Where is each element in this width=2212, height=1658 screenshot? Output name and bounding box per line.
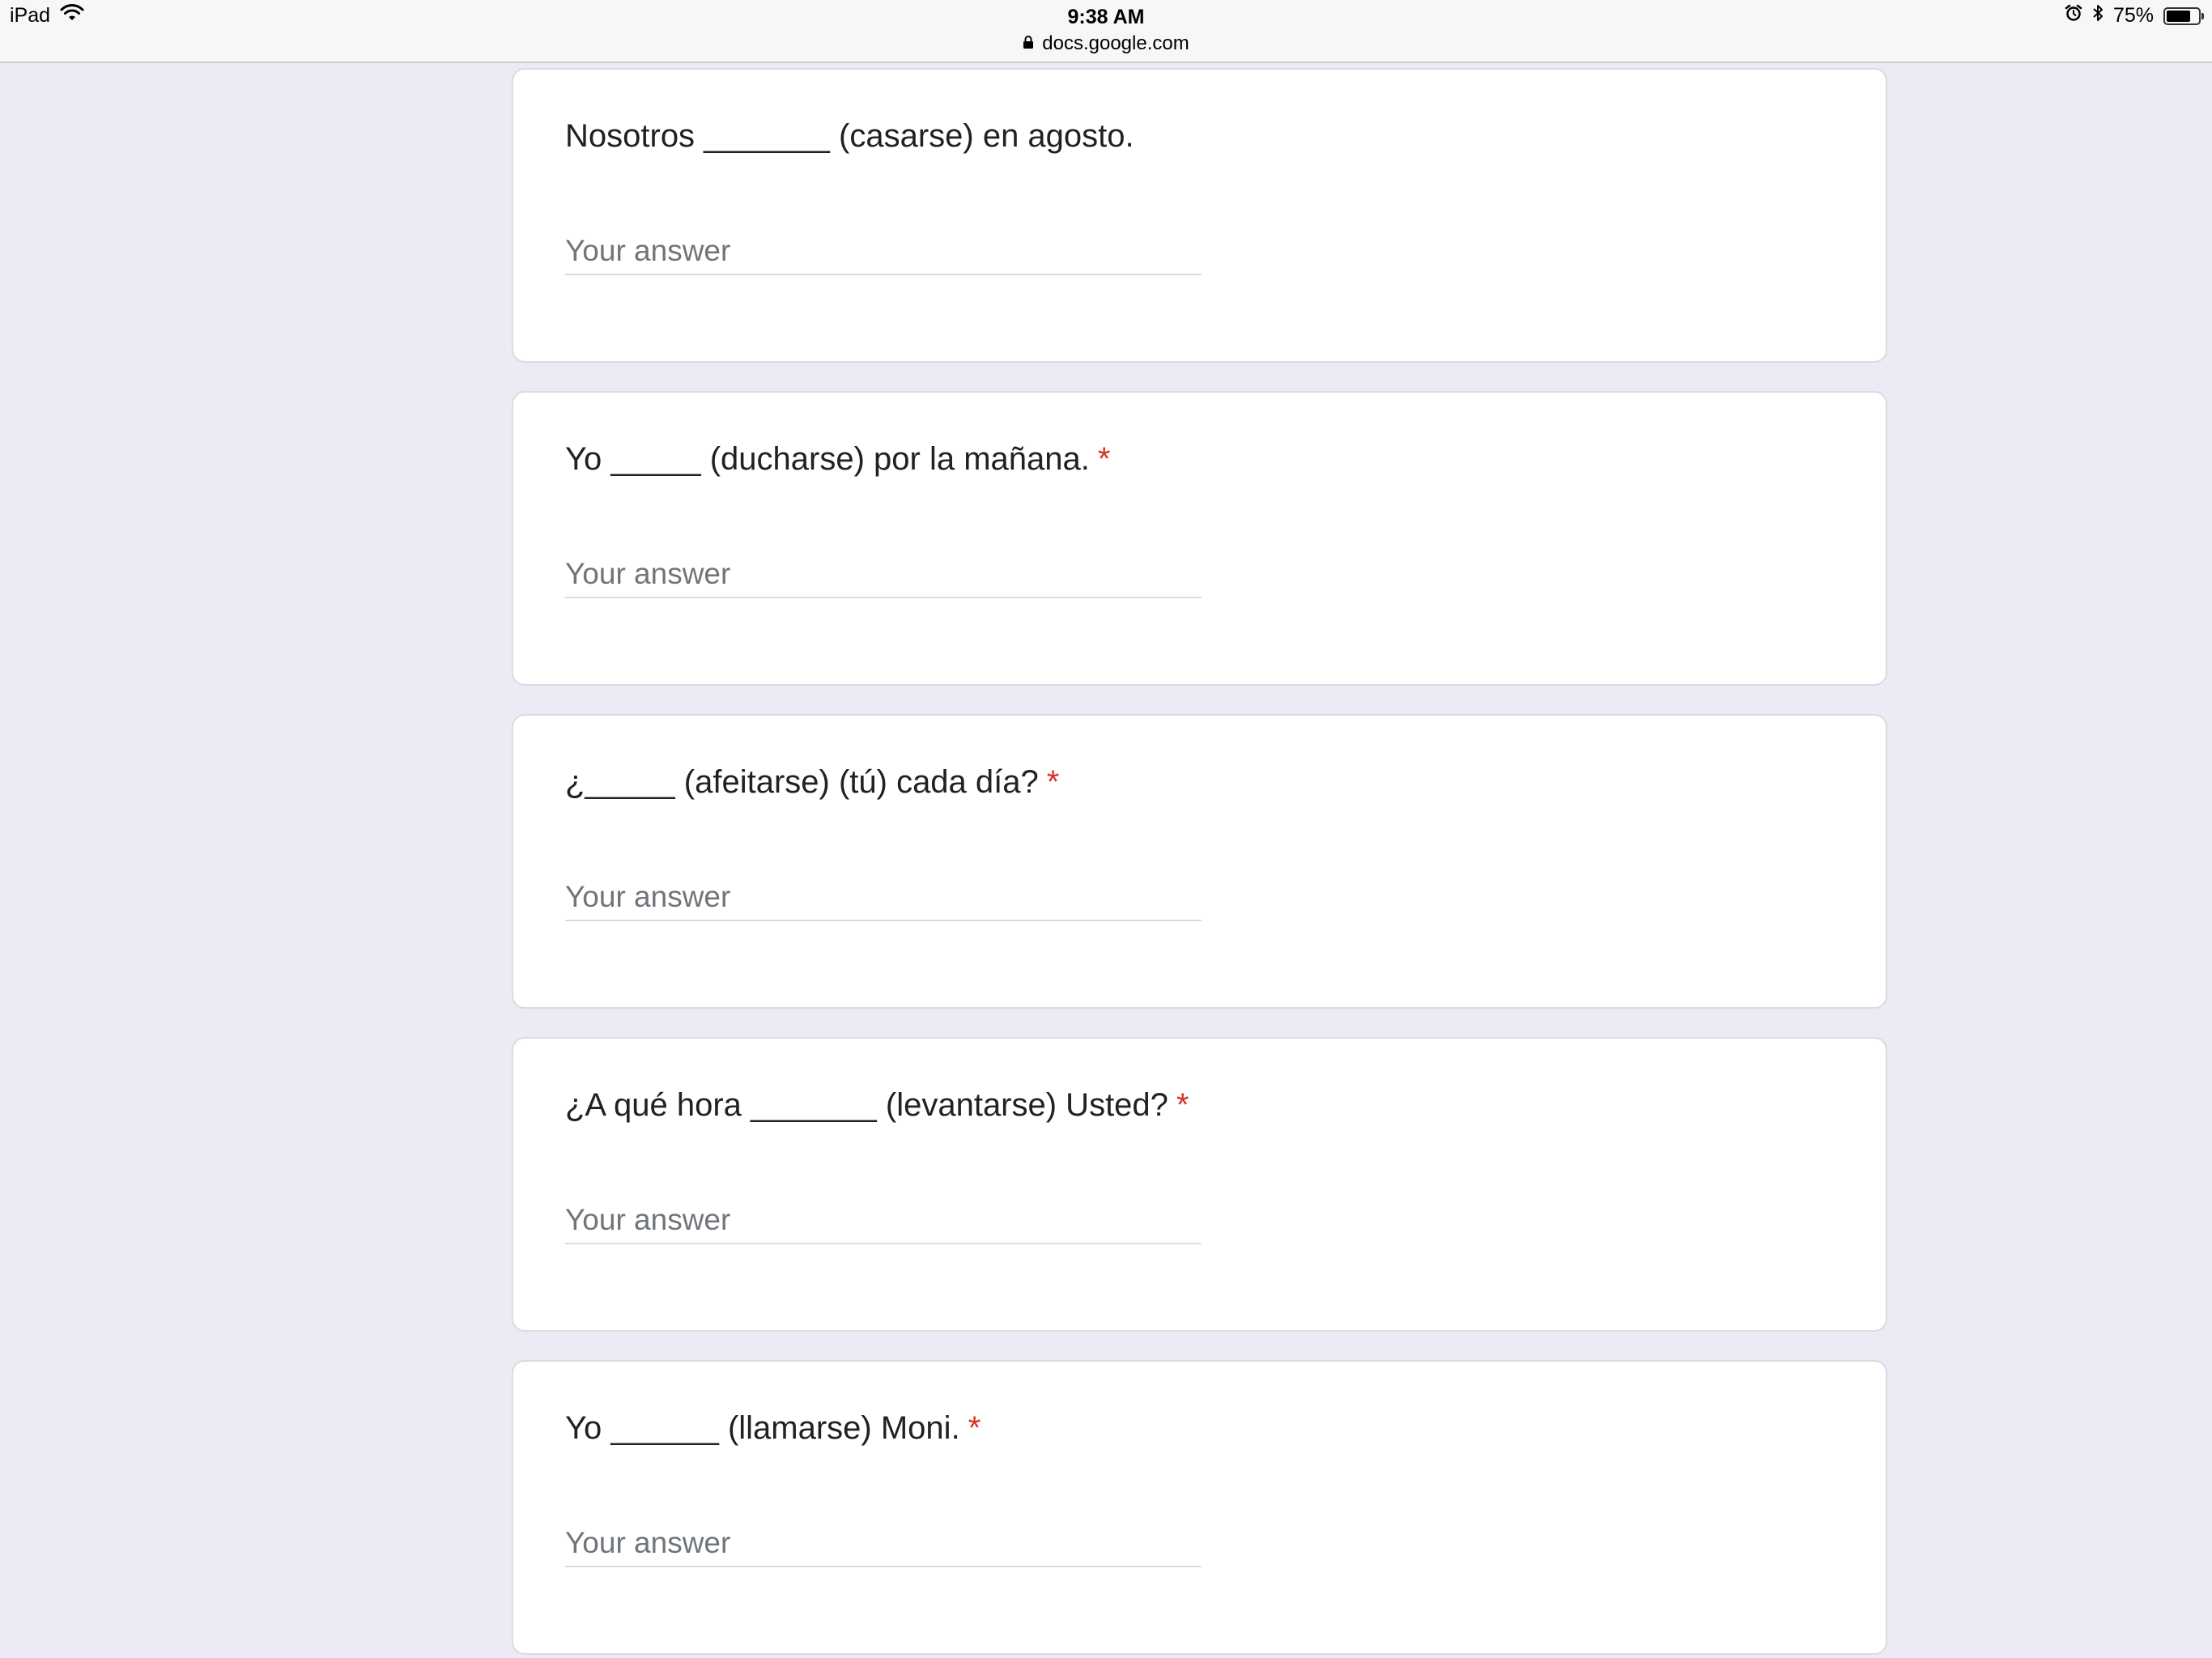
lock-icon: [1023, 31, 1034, 57]
question-card: Yo ______ (llamarse) Moni. *: [512, 1360, 1887, 1655]
alarm-icon: [2065, 4, 2082, 28]
question-title: Nosotros _______ (casarse) en agosto.: [565, 118, 1142, 155]
status-bar-right: 75%: [2065, 3, 2204, 28]
question-title: Yo _____ (ducharse) por la mañana. *: [565, 441, 1110, 478]
answer-input[interactable]: [565, 1197, 1202, 1244]
required-asterisk: *: [1097, 441, 1111, 477]
answer-input[interactable]: [565, 874, 1202, 921]
question-title: Yo ______ (llamarse) Moni. *: [565, 1410, 981, 1447]
answer-input[interactable]: [565, 228, 1202, 275]
question-text: ¿_____ (afeitarse) (tú) cada día?: [565, 764, 1039, 800]
bluetooth-icon: [2092, 3, 2104, 28]
status-bar: iPad 9:38 AM docs.google.com 75%: [0, 0, 2212, 63]
required-asterisk: *: [1046, 764, 1060, 800]
question-card: Yo _____ (ducharse) por la mañana. *: [512, 391, 1887, 686]
question-text: Yo ______ (llamarse) Moni.: [565, 1410, 960, 1446]
question-text: Yo _____ (ducharse) por la mañana.: [565, 441, 1090, 477]
question-text: ¿A qué hora _______ (levantarse) Usted?: [565, 1087, 1168, 1123]
answer-input[interactable]: [565, 1520, 1202, 1567]
answer-input[interactable]: [565, 551, 1202, 598]
question-card: ¿_____ (afeitarse) (tú) cada día? *: [512, 714, 1887, 1009]
battery-level: [2167, 10, 2190, 22]
question-card: ¿A qué hora _______ (levantarse) Usted? *: [512, 1037, 1887, 1332]
battery-percent: 75%: [2112, 4, 2154, 27]
status-bar-center: 9:38 AM docs.google.com: [0, 3, 2212, 57]
question-text: Nosotros _______ (casarse) en agosto.: [565, 118, 1134, 154]
address-bar[interactable]: docs.google.com: [1023, 31, 1189, 57]
required-asterisk: *: [968, 1410, 981, 1446]
battery-icon: [2163, 6, 2204, 25]
question-title: ¿_____ (afeitarse) (tú) cada día? *: [565, 764, 1059, 801]
url-text: docs.google.com: [1042, 32, 1189, 54]
required-asterisk: *: [1176, 1087, 1189, 1123]
question-card: Nosotros _______ (casarse) en agosto.: [512, 68, 1887, 363]
question-title: ¿A qué hora _______ (levantarse) Usted? *: [565, 1087, 1189, 1124]
clock: 9:38 AM: [1067, 6, 1145, 28]
